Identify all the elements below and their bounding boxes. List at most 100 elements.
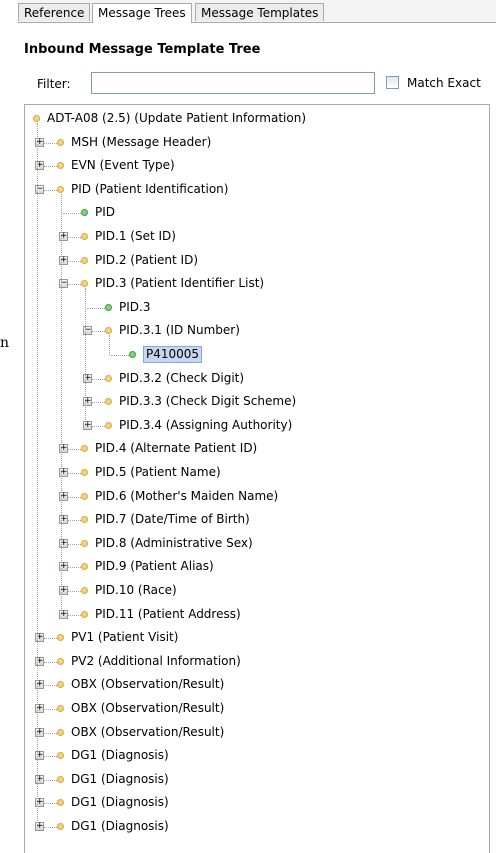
tree-node-label[interactable]: PID.3 (Patient Identifier List) [95, 276, 264, 291]
tree-connector [37, 123, 38, 827]
tree-node-label[interactable]: PID.8 (Administrative Sex) [95, 536, 253, 551]
tree-node[interactable]: + DG1 (Diagnosis) [25, 746, 489, 766]
tree-node-label[interactable]: PV1 (Patient Visit) [71, 630, 178, 645]
leaf-node-icon [105, 303, 112, 311]
tree-node[interactable]: + PID.8 (Administrative Sex) [25, 534, 489, 554]
tree-heading: Inbound Message Template Tree [24, 42, 261, 57]
tree-node[interactable]: − PID.3 (Patient Identifier List) [25, 274, 489, 294]
tree-node[interactable]: − PID.3.1 (ID Number) [25, 321, 489, 341]
tree-node[interactable]: + PID.11 (Patient Address) [25, 605, 489, 625]
tab-message-templates[interactable]: Message Templates [195, 3, 325, 21]
folder-node-icon [57, 162, 64, 170]
tree-node[interactable]: − PID (Patient Identification) [25, 180, 489, 200]
tree-node[interactable]: + PID.4 (Alternate Patient ID) [25, 439, 489, 459]
tree-node-label[interactable]: PID.3.4 (Assigning Authority) [119, 418, 292, 433]
tree-node[interactable]: + PID.3.3 (Check Digit Scheme) [25, 392, 489, 412]
tab-message-trees[interactable]: Message Trees [92, 3, 192, 23]
tree-node-label[interactable]: DG1 (Diagnosis) [71, 819, 169, 834]
tree-node-label[interactable]: PID.4 (Alternate Patient ID) [95, 441, 257, 456]
tree-node[interactable]: + PID.10 (Race) [25, 581, 489, 601]
tree-node[interactable]: + PID.6 (Mother's Maiden Name) [25, 487, 489, 507]
tree-node-label[interactable]: OBX (Observation/Result) [71, 677, 224, 692]
tree-node-label[interactable]: PID.3.2 (Check Digit) [119, 371, 244, 386]
stray-text: n [0, 335, 10, 351]
folder-node-icon [57, 634, 64, 642]
tree-node[interactable]: ADT-A08 (2.5) (Update Patient Informatio… [25, 109, 489, 129]
tree-node[interactable]: + OBX (Observation/Result) [25, 699, 489, 719]
tree-node-label[interactable]: PID.3 [119, 300, 150, 315]
tree-node-label[interactable]: PID [95, 205, 115, 220]
tree-node-label[interactable]: PID.7 (Date/Time of Birth) [95, 512, 250, 527]
left-gutter [0, 0, 18, 853]
tree-node[interactable]: + DG1 (Diagnosis) [25, 817, 489, 837]
folder-node-icon [57, 752, 64, 760]
tree-node[interactable]: + DG1 (Diagnosis) [25, 793, 489, 813]
tree-node[interactable]: + PV1 (Patient Visit) [25, 628, 489, 648]
tree-connector [61, 193, 62, 615]
tree-connector [63, 213, 83, 215]
tree-node[interactable]: + PID.3.2 (Check Digit) [25, 369, 489, 389]
folder-node-icon [81, 563, 88, 571]
tree-node-label[interactable]: PID.2 (Patient ID) [95, 253, 198, 268]
tree-connector [85, 288, 86, 426]
tree-node-label[interactable]: PID.1 (Set ID) [95, 229, 176, 244]
folder-node-icon [81, 492, 88, 500]
tree-node[interactable]: PID.3 [25, 298, 489, 318]
tree-node-label[interactable]: DG1 (Diagnosis) [71, 795, 169, 810]
message-template-tree[interactable]: ADT-A08 (2.5) (Update Patient Informatio… [24, 104, 490, 853]
tree-node-label[interactable]: DG1 (Diagnosis) [71, 772, 169, 787]
tree-node-label[interactable]: PID.3.1 (ID Number) [119, 323, 240, 338]
tree-node-label[interactable]: PID.9 (Patient Alias) [95, 559, 214, 574]
tree-node-label[interactable]: DG1 (Diagnosis) [71, 748, 169, 763]
tree-connector [111, 355, 131, 356]
leaf-node-icon [81, 209, 88, 217]
tree-node-label[interactable]: OBX (Observation/Result) [71, 701, 224, 716]
tree-node[interactable]: P410005 [25, 345, 489, 365]
folder-node-icon [57, 138, 64, 146]
folder-node-icon [105, 421, 112, 429]
folder-node-icon [57, 775, 64, 783]
folder-node-icon [81, 280, 88, 288]
tree-node[interactable]: + OBX (Observation/Result) [25, 723, 489, 743]
match-exact-checkbox[interactable] [386, 76, 399, 89]
tree-node-label[interactable]: PID.5 (Patient Name) [95, 465, 221, 480]
folder-node-icon [81, 516, 88, 524]
tree-node-label[interactable]: PID.10 (Race) [95, 583, 177, 598]
folder-node-icon [57, 681, 64, 689]
folder-node-icon [57, 823, 64, 830]
tree-node[interactable]: + DG1 (Diagnosis) [25, 770, 489, 790]
tree-node-label[interactable]: P410005 [143, 346, 203, 363]
folder-node-icon [57, 185, 64, 193]
leaf-node-icon [129, 351, 136, 358]
tree-node[interactable]: + PID.2 (Patient ID) [25, 251, 489, 271]
tree-node[interactable]: + PID.9 (Patient Alias) [25, 557, 489, 577]
tree-node[interactable]: + PID.1 (Set ID) [25, 227, 489, 247]
tree-node[interactable]: + PV2 (Additional Information) [25, 652, 489, 672]
filter-input[interactable] [91, 72, 375, 94]
tree-node-label[interactable]: EVN (Event Type) [71, 158, 175, 173]
tree-node-label[interactable]: PID.3.3 (Check Digit Scheme) [119, 394, 296, 409]
tree-node-label[interactable]: PID.11 (Patient Address) [95, 607, 241, 622]
tree-node[interactable]: PID [25, 203, 489, 223]
tree-node-label[interactable]: PV2 (Additional Information) [71, 654, 241, 669]
tree-node[interactable]: + PID.7 (Date/Time of Birth) [25, 510, 489, 530]
folder-node-icon [81, 233, 88, 240]
tree-node[interactable]: + PID.3.4 (Assigning Authority) [25, 416, 489, 436]
tree-connector [109, 335, 110, 355]
tree-node-label[interactable]: ADT-A08 (2.5) (Update Patient Informatio… [47, 111, 306, 126]
tree-node[interactable]: + OBX (Observation/Result) [25, 675, 489, 695]
tree-node[interactable]: + EVN (Event Type) [25, 156, 489, 176]
tab-reference[interactable]: Reference [18, 3, 91, 21]
folder-node-icon [105, 374, 112, 382]
tree-node-label[interactable]: OBX (Observation/Result) [71, 725, 224, 740]
tree-node[interactable]: + PID.5 (Patient Name) [25, 463, 489, 483]
tree-node-label[interactable]: PID (Patient Identification) [71, 182, 228, 197]
match-exact-label: Match Exact [407, 76, 481, 90]
tree-node[interactable]: + MSH (Message Header) [25, 133, 489, 153]
folder-node-icon [105, 398, 112, 406]
filter-label: Filter: [37, 77, 71, 91]
tree-node-label[interactable]: PID.6 (Mother's Maiden Name) [95, 489, 278, 504]
tree-node-label[interactable]: MSH (Message Header) [71, 135, 211, 150]
tree-connector [87, 307, 107, 309]
folder-node-icon [81, 539, 88, 547]
